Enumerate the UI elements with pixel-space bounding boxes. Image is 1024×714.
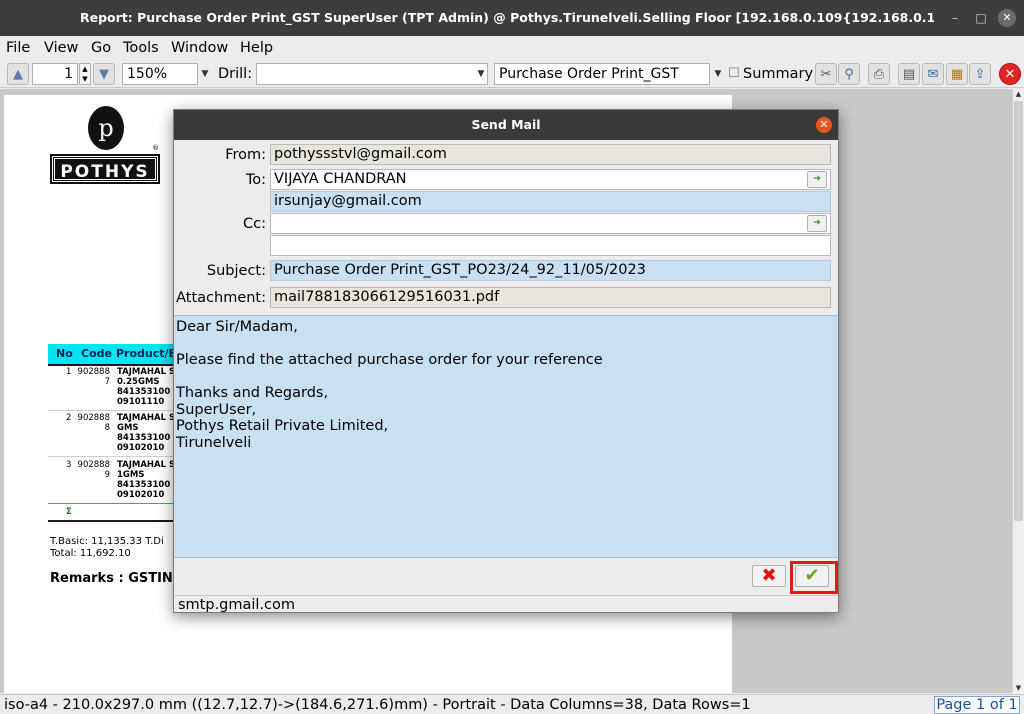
- header-no: No: [56, 347, 73, 360]
- dialog-title: Send Mail: [174, 110, 838, 140]
- drill-label: Drill:: [218, 66, 253, 82]
- send-mail-icon[interactable]: ✉: [922, 63, 944, 85]
- table-bottom-rule: [48, 520, 173, 522]
- to-lookup-icon[interactable]: ➔: [807, 171, 827, 188]
- find-icon[interactable]: ⚲: [838, 63, 860, 85]
- remarks-text: Remarks : GSTIN: [50, 571, 173, 586]
- format-dropdown-icon[interactable]: ▼: [711, 63, 725, 85]
- close-report-icon[interactable]: ✕: [999, 63, 1021, 85]
- to-email-field[interactable]: irsunjay@gmail.com: [270, 191, 831, 212]
- cc-lookup-icon[interactable]: ➔: [807, 215, 827, 232]
- row-divider: [48, 410, 173, 411]
- maximize-button[interactable]: □: [972, 9, 990, 27]
- logo-wordmark: POTHYS: [50, 154, 160, 184]
- header-product: Product/B: [116, 347, 177, 360]
- export-icon[interactable]: ⇪: [969, 63, 991, 85]
- customize-tools-icon[interactable]: ✂: [815, 63, 837, 85]
- menu-view[interactable]: View: [44, 38, 78, 58]
- print-icon[interactable]: ⎙: [868, 63, 890, 85]
- pothys-logo: p POTHYS ®: [50, 106, 164, 184]
- archive-icon[interactable]: ▦: [946, 63, 968, 85]
- to-label: To:: [245, 172, 266, 188]
- drill-select[interactable]: [256, 63, 488, 85]
- scroll-down-icon[interactable]: ▼: [1013, 683, 1024, 693]
- to-user-field[interactable]: VIJAYA CHANDRAN: [270, 169, 831, 190]
- cc-label: Cc:: [243, 216, 266, 232]
- row-2-no: 2: [66, 413, 72, 423]
- zoom-dropdown-icon[interactable]: ▼: [198, 63, 212, 85]
- zoom-select[interactable]: 150%: [122, 63, 198, 85]
- row-2-code: 902888 8: [77, 413, 110, 433]
- cc-email-field[interactable]: [270, 235, 831, 256]
- cancel-button[interactable]: ✖: [752, 565, 786, 587]
- logo-registered-mark: ®: [152, 144, 159, 152]
- row-1-line-4: 09101110: [117, 397, 165, 407]
- send-mail-dialog: Send Mail ✕ From: pothyssstvl@gmail.com …: [173, 109, 839, 613]
- header-code: Code: [81, 347, 112, 360]
- menu-file[interactable]: File: [6, 38, 30, 58]
- next-page-icon[interactable]: ▼: [93, 63, 115, 85]
- scroll-up-icon[interactable]: ▲: [1013, 89, 1024, 99]
- menu-window[interactable]: Window: [171, 38, 228, 58]
- row-3-line-4: 09102010: [117, 490, 165, 500]
- attachment-label: Attachment:: [176, 290, 266, 306]
- row-1-code: 902888 7: [77, 367, 110, 387]
- menu-go[interactable]: Go: [91, 38, 111, 58]
- row-1-no: 1: [66, 367, 72, 377]
- row-3-no: 3: [66, 460, 72, 470]
- menu-tools[interactable]: Tools: [123, 38, 159, 58]
- header-rule: [48, 364, 173, 366]
- scroll-thumb[interactable]: [1014, 101, 1023, 521]
- window-titlebar: Report: Purchase Order Print_GST SuperUs…: [0, 0, 1024, 36]
- sum-divider: [48, 503, 173, 504]
- minimize-button[interactable]: –: [946, 9, 964, 27]
- summary-label: Summary: [743, 66, 814, 82]
- report-vertical-scrollbar[interactable]: ▲ ▼: [1012, 89, 1024, 693]
- subject-label: Subject:: [206, 263, 266, 279]
- message-body[interactable]: Dear Sir/Madam, Please find the attached…: [174, 315, 838, 558]
- report-format-select[interactable]: Purchase Order Print_GST: [494, 63, 710, 85]
- summary-checkbox[interactable]: ☐: [728, 65, 740, 83]
- subject-field[interactable]: Purchase Order Print_GST_PO23/24_92_11/0…: [270, 260, 831, 281]
- page-spinner[interactable]: ▲ ▼: [79, 63, 91, 85]
- page-format-info: iso-a4 - 210.0x297.0 mm ((12.7,12.7)->(1…: [4, 697, 751, 713]
- row-3-code: 902888 9: [77, 460, 110, 480]
- dialog-close-button[interactable]: ✕: [816, 117, 832, 133]
- from-field[interactable]: pothyssstvl@gmail.com: [270, 144, 831, 165]
- sum-icon: Σ: [66, 507, 72, 517]
- page-indicator[interactable]: Page 1 of 1: [934, 696, 1020, 714]
- logo-mark: p: [88, 106, 124, 150]
- page-number-field[interactable]: 1: [32, 63, 78, 85]
- print-preview-icon[interactable]: ▤: [898, 63, 920, 85]
- menu-bar: File View Go Tools Window Help: [0, 36, 1024, 60]
- menu-help[interactable]: Help: [240, 38, 273, 58]
- drill-dropdown-icon[interactable]: ▼: [474, 63, 488, 85]
- row-2-line-4: 09102010: [117, 443, 165, 453]
- totals-basic: T.Basic: 11,135.33 T.Di: [50, 536, 164, 547]
- report-toolbar: ▲ 1 ▲ ▼ ▼ 150% ▼ Drill: ▼ Purchase Order …: [0, 60, 1024, 88]
- smtp-status: smtp.gmail.com: [174, 595, 838, 613]
- attachment-field[interactable]: mail788183066129516031.pdf: [270, 287, 831, 308]
- window-title: Report: Purchase Order Print_GST SuperUs…: [80, 10, 934, 25]
- window-close-button[interactable]: ✕: [998, 9, 1016, 27]
- totals-total: Total: 11,692.10: [50, 548, 131, 559]
- cc-user-field[interactable]: [270, 213, 831, 234]
- previous-page-icon[interactable]: ▲: [7, 63, 29, 85]
- row-divider: [48, 456, 173, 457]
- ok-button-highlight: [790, 561, 838, 594]
- from-label: From:: [225, 147, 266, 163]
- status-bar: iso-a4 - 210.0x297.0 mm ((12.7,12.7)->(1…: [0, 694, 1024, 714]
